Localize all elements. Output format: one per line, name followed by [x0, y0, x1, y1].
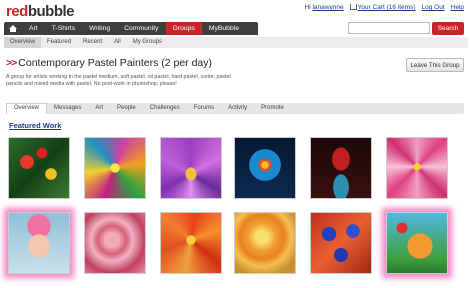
cart-icon	[349, 4, 357, 11]
group-title: Contemporary Pastel Painters (2 per day)	[18, 57, 213, 69]
artwork-thumbnail[interactable]	[234, 137, 296, 199]
cart: Your Cart (16 items)	[349, 4, 416, 11]
tab-overview[interactable]: Overview	[6, 103, 48, 114]
artwork-thumbnail[interactable]	[386, 212, 448, 274]
page-title: >> Contemporary Pastel Painters (2 per da…	[6, 57, 212, 69]
artwork-thumbnail[interactable]	[160, 212, 222, 274]
nav-groups[interactable]: Groups	[165, 22, 202, 35]
tab-challenges[interactable]: Challenges	[143, 103, 187, 114]
nav-writing[interactable]: Writing	[82, 22, 117, 35]
leave-group-button[interactable]: Leave This Group	[406, 58, 464, 72]
groups-subnav: Overview Featured Recent All My Groups	[4, 37, 468, 48]
artwork-thumbnail[interactable]	[386, 137, 448, 199]
logo-dark-text: bubble	[27, 3, 75, 20]
greeting: Hi lanawynne	[305, 4, 344, 11]
artwork-thumbnail[interactable]	[84, 137, 146, 199]
user-links: Hi lanawynne Your Cart (16 items) Log Ou…	[305, 4, 464, 11]
artwork-thumbnail[interactable]	[160, 137, 222, 199]
logo-red-text: red	[6, 3, 28, 20]
search-button[interactable]: Search	[432, 22, 464, 35]
subnav-recent[interactable]: Recent	[77, 37, 108, 48]
subnav-featured[interactable]: Featured	[41, 37, 77, 48]
subnav-all[interactable]: All	[108, 37, 127, 48]
nav-mybubble[interactable]: MyBubble	[202, 22, 246, 35]
home-button[interactable]	[4, 22, 22, 35]
title-arrows: >>	[6, 57, 17, 69]
main-nav: Art T-Shirts Writing Community Groups My…	[4, 22, 258, 35]
tab-people[interactable]: People	[110, 103, 143, 114]
tab-art[interactable]: Art	[88, 103, 110, 114]
logout-link[interactable]: Log Out	[421, 4, 444, 11]
username-link[interactable]: lanawynne	[312, 4, 343, 11]
artwork-thumbnail[interactable]	[310, 212, 372, 274]
group-tabs: Overview Messages Art People Challenges …	[6, 103, 464, 114]
artwork-thumbnail[interactable]	[310, 137, 372, 199]
featured-work-heading[interactable]: Featured Work	[9, 121, 61, 130]
help-link[interactable]: Help	[451, 4, 464, 11]
subnav-my-groups[interactable]: My Groups	[127, 37, 168, 48]
top-bar: redbubble Hi lanawynne Your Cart (16 ite…	[0, 0, 472, 22]
nav-art[interactable]: Art	[22, 22, 45, 35]
nav-tshirts[interactable]: T-Shirts	[45, 22, 82, 35]
tab-promote[interactable]: Promote	[254, 103, 291, 114]
artwork-thumbnail[interactable]	[234, 212, 296, 274]
tab-messages[interactable]: Messages	[47, 103, 88, 114]
group-description: A group for artists working in the paste…	[6, 74, 231, 87]
artwork-thumbnail[interactable]	[8, 137, 70, 199]
tab-activity[interactable]: Activity	[221, 103, 254, 114]
tab-forums[interactable]: Forums	[187, 103, 221, 114]
artwork-thumbnail[interactable]	[8, 212, 70, 274]
site-logo[interactable]: redbubble	[6, 3, 75, 20]
nav-community[interactable]: Community	[117, 22, 165, 35]
subnav-overview[interactable]: Overview	[4, 37, 42, 48]
artwork-thumbnail[interactable]	[84, 212, 146, 274]
greeting-text: Hi	[304, 4, 311, 11]
home-icon	[9, 24, 17, 32]
cart-link[interactable]: Your Cart (16 items)	[358, 4, 416, 11]
search-input[interactable]	[348, 22, 430, 34]
